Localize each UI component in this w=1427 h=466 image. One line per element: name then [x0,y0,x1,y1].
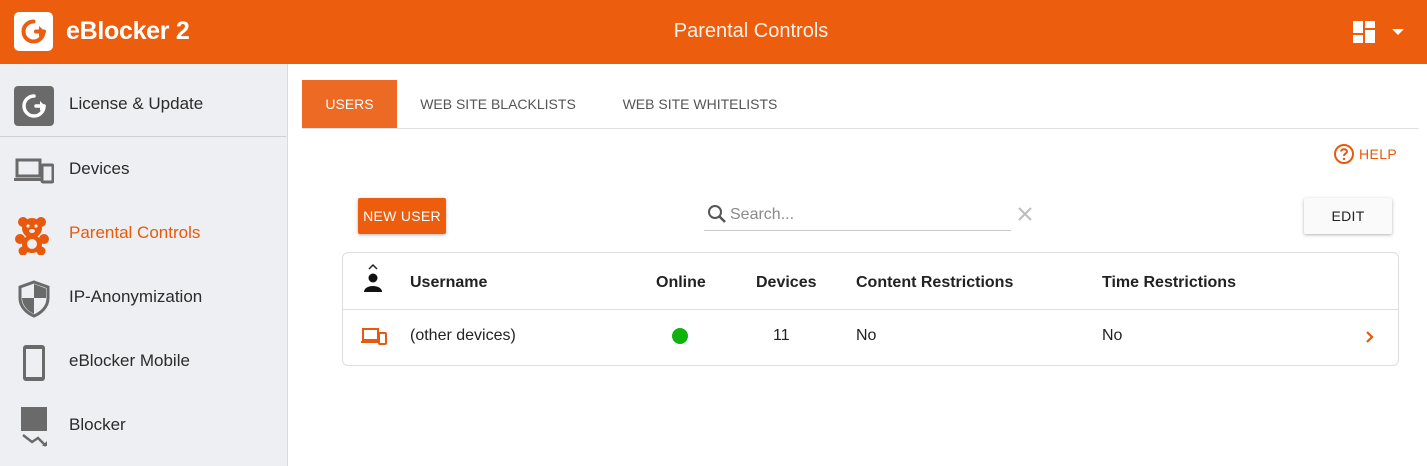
table-row[interactable]: (other devices) 11 No No [343,310,1398,366]
dashboard-icon [1353,21,1404,43]
chevron-down-icon [1392,29,1404,35]
new-user-button[interactable]: NEW USER [358,198,446,234]
shield-icon [14,279,54,319]
license-update-icon [14,86,54,126]
clear-search-button[interactable] [1016,205,1034,223]
page-title: Parental Controls [673,20,829,42]
sidebar-item-blocker[interactable]: Blocker [0,393,286,457]
column-header-time-restrictions[interactable]: Time Restrictions [1102,274,1236,292]
sidebar-item-label: Blocker [69,415,126,434]
sidebar-item-ip-anonymization[interactable]: IP-Anonymization [0,265,286,329]
sidebar-item-label: Parental Controls [69,223,201,242]
column-header-devices[interactable]: Devices [756,274,817,292]
sidebar-item-parental-controls[interactable]: Parental Controls [0,201,286,265]
tab-web-site-whitelists[interactable]: WEB SITE WHITELISTS [599,80,801,128]
search-icon [708,205,726,223]
user-sort-icon [364,263,382,292]
sidebar-item-eblocker-mobile[interactable]: eBlocker Mobile [0,329,286,393]
users-table: Username Online Devices Content Restrict… [342,252,1399,366]
tab-web-site-blacklists[interactable]: WEB SITE BLACKLISTS [397,80,599,128]
sidebar-item-label: IP-Anonymization [69,287,203,306]
time-restrictions-cell: No [1102,327,1123,344]
sidebar: License & Update Devices Parental Contro… [0,64,288,466]
devices-count-cell: 11 [773,327,790,344]
devices-icon [14,151,55,191]
username-cell: (other devices) [410,327,516,344]
blocker-icon [14,407,54,447]
sidebar-item-label: Devices [69,159,130,178]
close-icon [1018,207,1032,221]
table-header: Username Online Devices Content Restrict… [343,253,1398,310]
help-icon [1334,144,1354,164]
mobile-phone-icon [14,343,54,383]
sidebar-item-label: eBlocker Mobile [69,351,190,370]
teddy-bear-icon [14,215,54,256]
tab-bar: USERS WEB SITE BLACKLISTS WEB SITE WHITE… [302,80,1419,129]
help-label: HELP [1359,146,1398,162]
sidebar-item-label: License & Update [69,94,204,113]
chevron-right-icon[interactable] [1363,328,1377,346]
sidebar-item-devices[interactable]: Devices [0,137,286,201]
edit-button[interactable]: EDIT [1304,198,1392,234]
sidebar-item-license-update[interactable]: License & Update [0,72,286,136]
column-header-content-restrictions[interactable]: Content Restrictions [856,274,1013,292]
sort-button[interactable] [361,263,385,295]
search-field [704,200,1011,231]
tab-users[interactable]: USERS [302,80,397,128]
search-input[interactable] [730,204,1000,226]
layout-menu-button[interactable] [1352,20,1410,44]
online-status-indicator [672,328,688,344]
top-bar: eBlocker 2 Parental Controls [0,0,1427,64]
column-header-username[interactable]: Username [410,274,487,292]
devices-icon [361,326,387,348]
column-header-online[interactable]: Online [656,274,706,292]
content-restrictions-cell: No [856,327,877,344]
